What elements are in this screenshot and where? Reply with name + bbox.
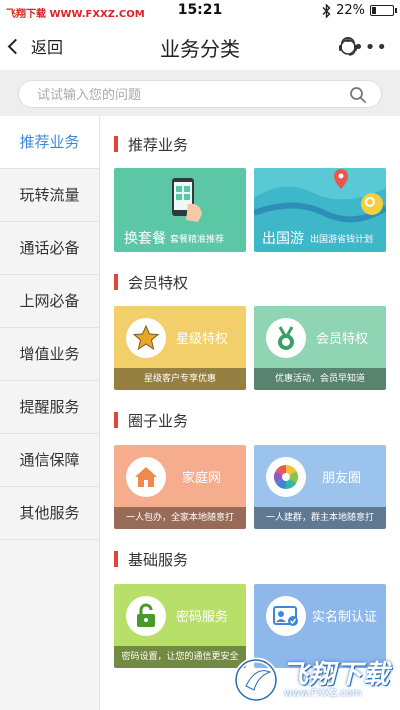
card-caption: 星级客户专享优惠 — [114, 368, 246, 390]
sidebar-item-value-added[interactable]: 增值业务 — [0, 328, 99, 381]
category-sidebar: 推荐业务 玩转流量 通话必备 上网必备 增值业务 提醒服务 通信保障 其他服务 — [0, 116, 100, 710]
sidebar-item-reminders[interactable]: 提醒服务 — [0, 381, 99, 434]
chevron-left-icon — [7, 38, 24, 54]
lock-icon — [137, 603, 155, 627]
sidebar-item-data-traffic[interactable]: 玩转流量 — [0, 169, 99, 222]
aperture-icon — [273, 465, 299, 489]
card-title: 密码服务 — [176, 610, 229, 625]
section-title-text: 会员特权 — [128, 273, 189, 292]
card-caption: 一人建群，群主本地随意打 — [254, 507, 386, 529]
section-title-membership: 会员特权 — [114, 272, 188, 292]
section-marker — [114, 412, 118, 428]
map-pin-icon — [254, 168, 386, 223]
card-friend-circle[interactable]: 朋友圈 一人建群，群主本地随意打 — [254, 445, 386, 529]
battery-percent: 22% — [336, 3, 365, 18]
content-area: 推荐业务 换套餐 套餐精准推荐 出国游 出国游省钱计划 会员特权 星级特权 星级… — [100, 116, 400, 710]
card-title: 出国游 — [262, 231, 304, 247]
card-family-network[interactable]: 家庭网 一人包办，全家本地随意打 — [114, 445, 246, 529]
nav-bar: 返回 业务分类 ••• — [0, 24, 400, 70]
card-caption: 出国游省钱计划 — [310, 235, 374, 245]
sidebar-item-internet[interactable]: 上网必备 — [0, 275, 99, 328]
section-title-text: 基础服务 — [128, 550, 189, 569]
back-label: 返回 — [31, 38, 64, 57]
medal-icon — [278, 326, 294, 350]
card-title: 家庭网 — [182, 471, 222, 486]
sidebar-item-communication-guarantee[interactable]: 通信保障 — [0, 434, 99, 487]
card-caption: 密码设置，让您的通信更安全 — [114, 646, 246, 668]
section-title-text: 推荐业务 — [128, 135, 189, 154]
section-title-circle: 圈子业务 — [114, 410, 188, 430]
watermark: 飞翔下载 www.FXXZ.com — [232, 648, 400, 710]
section-title-text: 圈子业务 — [128, 411, 189, 430]
sidebar-item-calls[interactable]: 通话必备 — [0, 222, 99, 275]
card-title: 星级特权 — [176, 332, 229, 347]
card-title: 实名制认证 — [312, 610, 378, 625]
phone-grid-icon — [172, 178, 202, 222]
sidebar-item-recommended[interactable]: 推荐业务 — [0, 116, 99, 169]
card-star-privilege[interactable]: 星级特权 星级客户专享优惠 — [114, 306, 246, 390]
card-caption: 优惠活动，会员早知道 — [254, 368, 386, 390]
section-marker — [114, 551, 118, 567]
home-icon-circle — [126, 457, 166, 497]
lock-icon-circle — [126, 596, 166, 636]
card-title: 朋友圈 — [322, 471, 362, 486]
aperture-icon-circle — [266, 457, 306, 497]
card-title: 换套餐 — [124, 231, 166, 247]
watermark-url: www.FXXZ.com — [284, 688, 362, 699]
card-caption: 一人包办，全家本地随意打 — [114, 507, 246, 529]
section-marker — [114, 136, 118, 152]
search-box[interactable] — [18, 80, 382, 108]
card-member-privilege[interactable]: 会员特权 优惠活动，会员早知道 — [254, 306, 386, 390]
status-bar: 飞翔下载 WWW.FXXZ.COM 15:21 22% — [0, 0, 400, 24]
card-travel-abroad[interactable]: 出国游 出国游省钱计划 — [254, 168, 386, 252]
battery-icon — [370, 5, 397, 16]
watermark-logo-icon — [233, 657, 279, 703]
id-card-icon-circle — [266, 596, 306, 636]
id-card-icon — [273, 606, 298, 626]
watermark-brand: 飞翔下载 — [282, 660, 391, 690]
battery-level — [372, 7, 376, 14]
more-icon[interactable]: ••• — [353, 37, 388, 58]
card-title: 会员特权 — [316, 332, 369, 347]
sidebar-item-other-services[interactable]: 其他服务 — [0, 487, 99, 540]
search-icon[interactable] — [349, 86, 367, 104]
search-input[interactable] — [37, 86, 337, 104]
card-password-service[interactable]: 密码服务 密码设置，让您的通信更安全 — [114, 584, 246, 668]
section-marker — [114, 274, 118, 290]
section-title-basic: 基础服务 — [114, 549, 188, 569]
home-icon — [135, 467, 157, 487]
bluetooth-icon — [322, 3, 331, 18]
status-right: 22% — [322, 3, 397, 18]
star-icon-circle — [126, 318, 166, 358]
section-title-recommended: 推荐业务 — [114, 134, 188, 154]
star-icon — [132, 324, 160, 351]
card-change-plan[interactable]: 换套餐 套餐精准推荐 — [114, 168, 246, 252]
medal-icon-circle — [266, 318, 306, 358]
search-area — [0, 70, 400, 116]
back-button[interactable]: 返回 — [7, 34, 64, 58]
card-caption: 套餐精准推荐 — [170, 235, 225, 245]
